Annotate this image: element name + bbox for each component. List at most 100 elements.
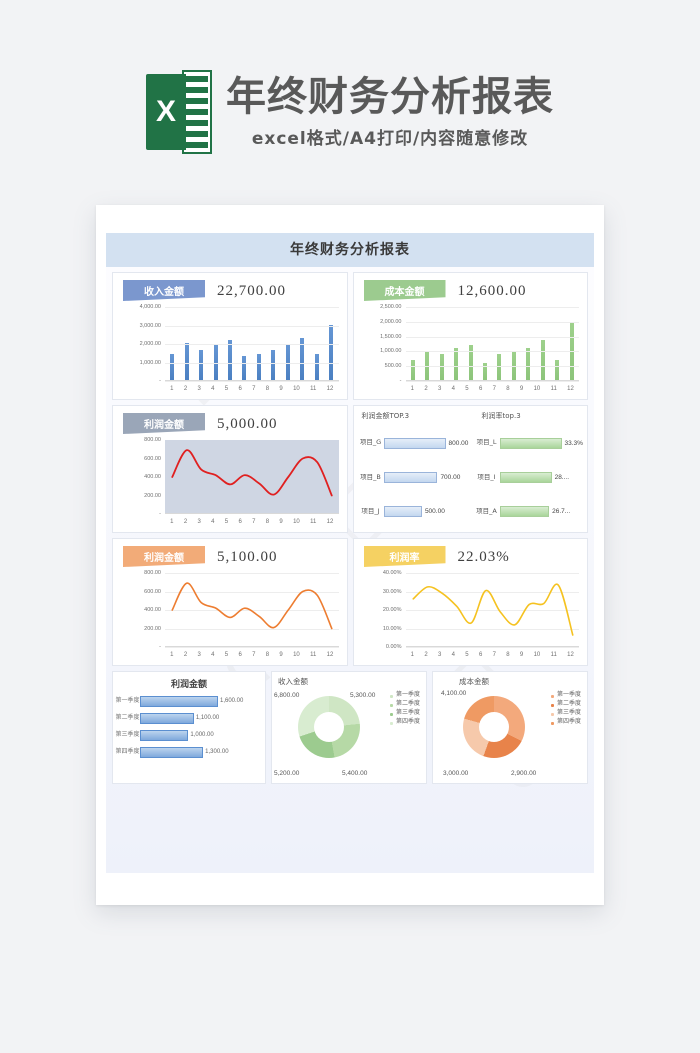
profit2-plot-area [165,573,339,647]
legend-item[interactable]: 第一季度 [390,691,424,699]
bar[interactable] [410,360,415,381]
income-card[interactable]: 收入金额 22,700.00 4,000.00 3,000.00 2,000.00 1… [112,272,348,400]
bar[interactable] [454,348,459,381]
income-donut-label: 6,800.00 [274,692,300,699]
quarter-row-bar[interactable] [140,747,204,758]
top3-row-bar[interactable] [499,506,550,518]
bar[interactable] [329,324,334,381]
gridline [405,336,579,338]
quarter-row[interactable]: 第四季度 1,300.00 [115,744,261,761]
top3-row-value: 33.3% [564,439,583,447]
axis-tick-label: 12 [326,385,334,392]
legend-item[interactable]: 第四季度 [390,718,424,726]
top3-row-bar[interactable] [383,471,438,483]
cost-donut-title: 成本金额 [459,677,489,686]
top3-card[interactable]: 利润金额TOP.3 利润率top.3 项目_G 800.00 项目_B 700.00 项… [352,405,588,533]
top3-row[interactable]: 项目_I 28.... [474,467,586,487]
quarter-row-bar[interactable] [140,730,189,741]
bar[interactable] [555,359,560,381]
legend-label: 第三季度 [396,708,421,716]
gridline [405,307,579,308]
top3-row[interactable]: 项目_L 33.3% [474,433,586,453]
legend-item[interactable]: 第三季度 [390,708,424,717]
quarter-row-bar[interactable] [140,713,194,724]
bar[interactable] [540,339,545,381]
axis-tick-label: 2,500.00 [380,304,402,310]
legend-item[interactable]: 第四季度 [550,717,585,726]
legend-swatch [550,703,554,707]
bar[interactable] [256,354,261,381]
legend-swatch [390,695,393,698]
legend-item[interactable]: 第二季度 [390,699,424,708]
promo-title: 年终财务分析报表 [226,74,554,120]
cost-donut[interactable] [463,696,525,758]
bar[interactable] [170,354,175,381]
dashboard-rows: 收入金额 22,700.00 4,000.00 3,000.00 2,000.00 1… [106,267,594,795]
top3-row[interactable]: 项目_B 700.00 [358,467,474,487]
bar[interactable] [314,354,319,381]
legend-label: 第一季度 [556,691,581,698]
top3-row[interactable]: 项目_G 800.00 [358,433,474,453]
income-donut-card[interactable]: 收入金额 5,300.00 5,400.00 5,200.00 6,800.00… [271,671,427,784]
legend-label: 第四季度 [556,717,581,725]
profit-card[interactable]: 利润金额 5,000.00 800.00 600.00 400.00 200.00- … [112,405,348,533]
profit2-card[interactable]: 利润金额 5,100.00 800.00 600.00 400.00 200.00- … [112,538,348,666]
profit2-badge: 利润金额 [123,546,205,567]
top3-row-label: 项目_J [361,507,380,516]
quarter-profit-card[interactable]: 利润金额 第一季度 1,600.00 第二季度 1,100.00 第三季度 1,000.0… [112,671,267,784]
quarter-row-bar[interactable] [140,696,218,707]
quarter-row-track: 1,000.00 [140,727,261,744]
bar[interactable] [526,348,531,381]
profit2-line-chart[interactable]: 800.00 600.00 400.00 200.00- 1 2 3 4 5 6 7 8 9 10 11 1… [121,570,341,661]
top3-row-bar[interactable] [383,437,446,449]
axis-tick-label: 8 [265,651,270,658]
income-grid [165,307,339,382]
top3-row-bar[interactable] [499,471,552,483]
axis-tick-label: 10 [533,385,541,392]
line-series [171,582,333,630]
axis-tick-label: 3 [197,651,201,658]
bar[interactable] [199,349,204,381]
legend-swatch [550,721,554,725]
bar[interactable] [497,354,502,381]
quarter-row-track: 1,300.00 [140,744,261,761]
axis-tick-label: 5 [224,385,229,392]
income-bar-chart[interactable]: 4,000.00 3,000.00 2,000.00 1,000.00- 123456… [121,304,341,395]
legend-item[interactable]: 第二季度 [550,700,585,708]
cost-card[interactable]: 成本金额 12,600.00 2,500.00 2,000.00 1,500.00 1… [352,272,588,400]
promo-header: X 年终财务分析报表 excel格式/A4打印/内容随意修改 [0,52,700,172]
axis-tick-label: 11 [310,385,317,392]
top3-row-bar[interactable] [383,506,422,518]
axis-tick-label: 20.00% [382,607,402,613]
quarter-row[interactable]: 第三季度 1,000.00 [115,727,261,744]
top3-row[interactable]: 项目_J 500.00 [358,502,474,522]
axis-tick-label: 7 [252,518,256,525]
quarter-row-track: 1,100.00 [140,710,261,727]
promo-subtitle: excel格式/A4打印/内容随意修改 [251,129,529,149]
legend-item[interactable]: 第一季度 [550,691,585,699]
cost-bar-chart[interactable]: 2,500.00 2,000.00 1,500.00 1,000.00 500.00- … [362,304,582,395]
axis-tick-label: - [399,378,402,384]
margin-line-chart[interactable]: 40.00% 30.00% 20.00% 10.00% 0.00% 1234567891… [362,570,582,661]
income-donut[interactable] [298,696,361,758]
cost-grid [405,307,579,382]
legend-label: 第二季度 [396,699,421,707]
axis-tick-label: 600.00 [144,455,161,462]
quarter-row[interactable]: 第二季度 1,100.00 [115,710,261,727]
bar[interactable] [271,349,276,381]
top3-row-label: 项目_L [476,438,497,447]
bar[interactable] [228,340,233,381]
margin-badge: 利润率 [363,546,446,567]
quarter-row[interactable]: 第一季度 1,600.00 [115,693,261,710]
profit-line-chart[interactable]: 800.00 600.00 400.00 200.00- 1 2 3 4 5 6 7 8 9 10 11 1… [121,437,341,528]
bar[interactable] [439,354,444,381]
legend-item[interactable]: 第三季度 [550,709,585,717]
bar[interactable] [242,356,247,381]
cost-donut-card[interactable]: 成本金额 4,100.00 2,900.00 3,000.00 第一季度 第二季度… [432,671,588,784]
top3-row-bar[interactable] [499,437,562,449]
axis-tick-label: 2 [424,651,428,658]
cost-value: 12,600.00 [457,283,527,299]
top3-row[interactable]: 项目_A 26.7... [474,502,586,522]
margin-card[interactable]: 利润率 22.03% 40.00% 30.00% 20.00% 10.00% 0.00%… [352,538,588,666]
legend-swatch [390,712,393,716]
